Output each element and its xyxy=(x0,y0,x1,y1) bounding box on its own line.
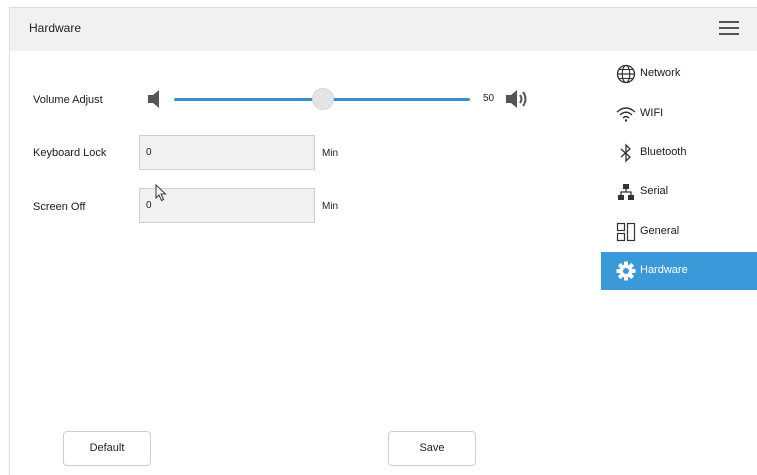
sidebar-item-label: Serial xyxy=(640,185,669,197)
header-bar: Hardware xyxy=(10,8,757,51)
sidebar-item-label: WIFI xyxy=(640,107,664,119)
page-title: Hardware xyxy=(29,21,82,35)
volume-adjust-label: Volume Adjust xyxy=(33,94,103,106)
wifi-icon xyxy=(616,107,636,122)
grid-icon xyxy=(616,222,636,242)
network-tree-icon xyxy=(618,184,634,200)
sidebar-item-label: Hardware xyxy=(640,264,688,276)
sidebar-item-hardware[interactable]: Hardware xyxy=(601,252,757,290)
keyboard-lock-label: Keyboard Lock xyxy=(33,147,107,159)
globe-icon xyxy=(616,64,636,84)
bluetooth-icon xyxy=(620,143,631,163)
screen-off-label: Screen Off xyxy=(33,201,86,213)
keyboard-lock-input[interactable]: 0 xyxy=(139,135,315,170)
default-button[interactable]: Default xyxy=(63,431,151,466)
keyboard-lock-unit: Min xyxy=(322,148,339,159)
sidebar-item-network[interactable]: Network xyxy=(601,55,757,93)
sidebar-item-wifi[interactable]: WIFI xyxy=(601,95,757,133)
settings-window: Hardware Volume Adjust 50 Keyboard Lock … xyxy=(9,7,757,475)
speaker-high-icon[interactable] xyxy=(505,88,531,110)
sidebar-item-serial[interactable]: Serial xyxy=(601,173,757,211)
speaker-low-icon[interactable] xyxy=(147,89,165,109)
sidebar-item-label: Network xyxy=(640,67,681,79)
sidebar-item-bluetooth[interactable]: Bluetooth xyxy=(601,134,757,172)
sidebar-item-general[interactable]: General xyxy=(601,213,757,251)
volume-slider-thumb[interactable] xyxy=(312,88,334,110)
screen-off-unit: Min xyxy=(322,201,339,212)
hamburger-menu-icon[interactable] xyxy=(719,21,739,37)
sidebar-item-label: Bluetooth xyxy=(640,146,687,158)
volume-value: 50 xyxy=(483,93,495,104)
sidebar-item-label: General xyxy=(640,225,680,237)
mouse-cursor-icon xyxy=(155,184,167,202)
gear-icon xyxy=(616,261,636,281)
save-button[interactable]: Save xyxy=(388,431,476,466)
